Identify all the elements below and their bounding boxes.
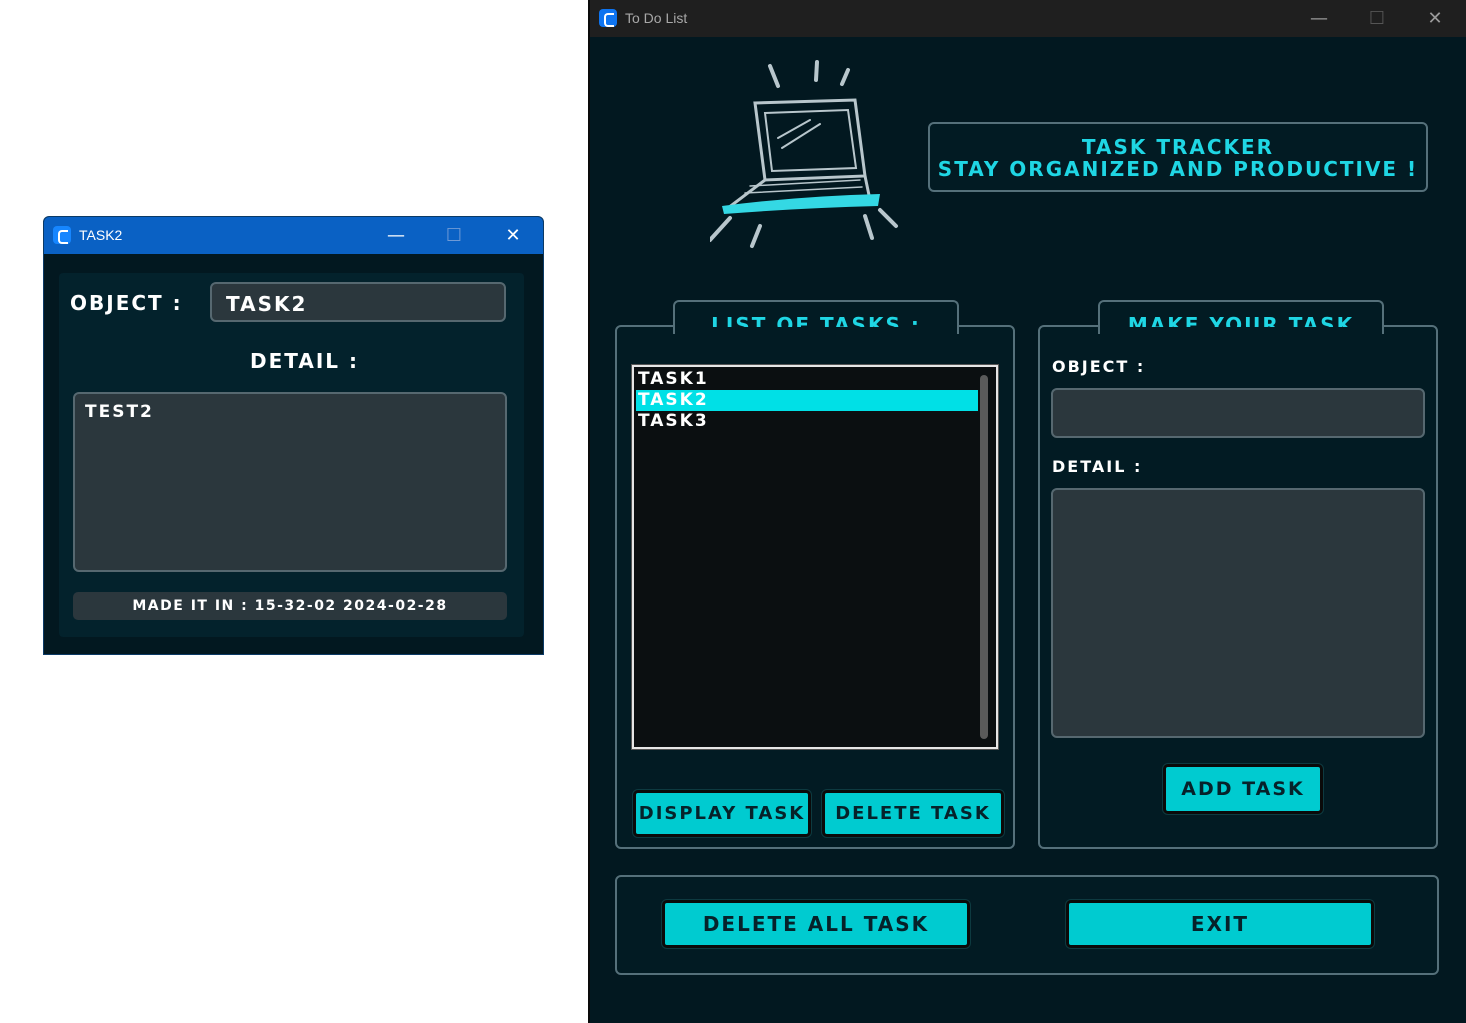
task-object-field[interactable]: TASK2 <box>210 282 506 322</box>
display-task-button[interactable]: DISPLAY TASK <box>633 790 811 837</box>
app-icon <box>599 9 617 27</box>
maximize-button[interactable]: ☐ <box>1348 0 1406 37</box>
main-window-title: To Do List <box>625 10 688 26</box>
object-label: OBJECT : <box>1052 357 1146 376</box>
tab-joiner <box>1100 327 1382 333</box>
minimize-button[interactable]: — <box>367 217 425 254</box>
header-title: TASK TRACKER <box>1081 135 1275 159</box>
app-icon <box>53 226 71 244</box>
main-titlebar: To Do List — ☐ ✕ <box>590 0 1466 37</box>
list-scrollbar[interactable] <box>980 375 988 739</box>
delete-all-task-button[interactable]: DELETE ALL TASK <box>662 900 970 948</box>
maximize-button[interactable]: ☐ <box>425 217 483 254</box>
list-item[interactable]: TASK1 <box>636 369 978 390</box>
add-task-button[interactable]: ADD TASK <box>1163 764 1323 814</box>
main-window: To Do List — ☐ ✕ TASK TRACKER STAY ORGAN… <box>590 0 1466 1023</box>
app-header: TASK TRACKER STAY ORGANIZED AND PRODUCTI… <box>928 122 1428 192</box>
object-input[interactable] <box>1051 388 1425 438</box>
task-detail-window: TASK2 — ☐ ✕ OBJECT : TASK2 DETAIL : TEST… <box>43 216 544 655</box>
task-window-title: TASK2 <box>79 227 123 243</box>
list-item-selected[interactable]: TASK2 <box>636 390 978 411</box>
close-button[interactable]: ✕ <box>1406 0 1464 37</box>
close-button[interactable]: ✕ <box>484 217 542 254</box>
detail-label: DETAIL : <box>1052 457 1143 476</box>
task-titlebar: TASK2 — ☐ ✕ <box>44 217 543 254</box>
task-created-timestamp: MADE IT IN : 15-32-02 2024-02-28 <box>73 592 507 620</box>
task-object-label: OBJECT : <box>70 291 183 315</box>
laptop-icon <box>710 60 898 248</box>
tab-joiner <box>675 327 957 333</box>
exit-button[interactable]: EXIT <box>1066 900 1374 948</box>
minimize-button[interactable]: — <box>1290 0 1348 37</box>
detail-textarea[interactable] <box>1051 488 1425 738</box>
task-detail-label: DETAIL : <box>250 349 359 373</box>
task-listbox[interactable]: TASK1 TASK2 TASK3 <box>631 364 999 750</box>
header-subtitle: STAY ORGANIZED AND PRODUCTIVE ! <box>937 157 1419 181</box>
list-item[interactable]: TASK3 <box>636 411 978 432</box>
task-detail-textarea[interactable]: TEST2 <box>73 392 507 572</box>
delete-task-button[interactable]: DELETE TASK <box>822 790 1004 837</box>
